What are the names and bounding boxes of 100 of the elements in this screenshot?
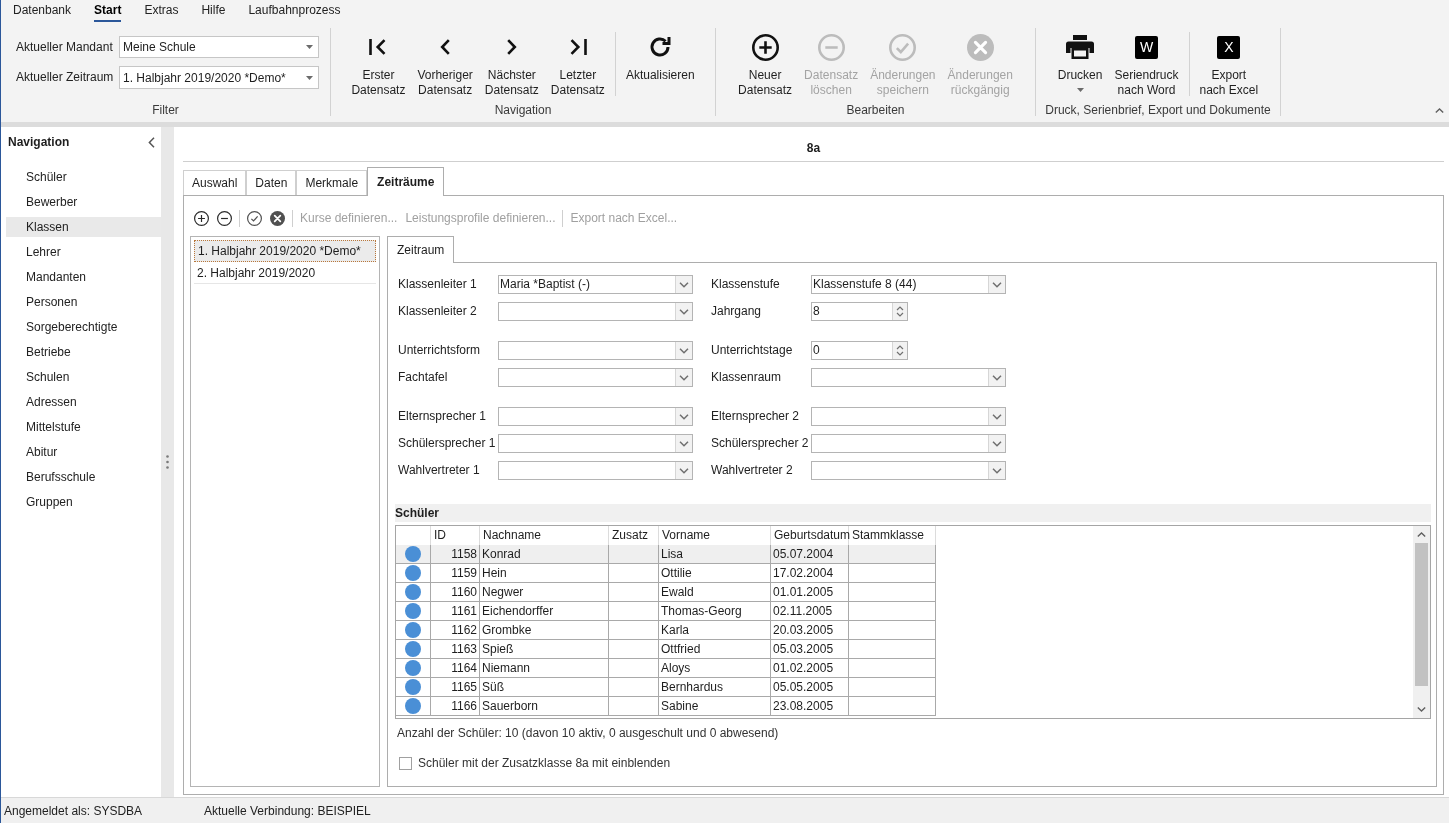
minus-circle-icon (817, 33, 845, 61)
table-cell: Aloys (659, 659, 771, 677)
scroll-down-icon[interactable] (1417, 707, 1426, 712)
tab[interactable]: Daten (246, 170, 297, 195)
plus-circle-icon[interactable] (194, 210, 209, 226)
table-cell: 1162 (431, 621, 480, 639)
ribbon-button[interactable]: Vorheriger Datensatz (411, 28, 479, 100)
ribbon-button[interactable]: Neuer Datensatz (732, 28, 799, 100)
status-dot-icon (405, 622, 421, 638)
table-cell: Karla (659, 621, 771, 639)
spin-arrows-icon[interactable] (896, 305, 904, 318)
table-cell: 02.11.2005 (771, 602, 849, 620)
menu-tab[interactable]: Hilfe (201, 0, 226, 22)
minus-circle-icon[interactable] (217, 210, 232, 226)
table-row[interactable]: 1164 Niemann Aloys 01.02.2005 (396, 659, 936, 678)
spin-box[interactable]: 8 (811, 302, 908, 321)
tab[interactable]: Auswahl (183, 170, 247, 195)
dropdown-button[interactable] (675, 303, 692, 320)
status-dot-icon (405, 584, 421, 600)
x-circle-icon (966, 33, 994, 61)
dropdown-button[interactable] (988, 435, 1005, 452)
table-cell: 1161 (431, 602, 480, 620)
field-label: Wahlvertreter 2 (711, 463, 794, 478)
collapse-icon[interactable] (1435, 108, 1444, 113)
ribbon-button[interactable]: X Export nach Excel (1193, 28, 1265, 100)
section-header: Schüler (395, 504, 1431, 522)
chevron-down-icon[interactable] (679, 467, 689, 474)
ribbon-button[interactable]: Aktualisieren (619, 28, 701, 85)
combo-box[interactable]: Maria *Baptist (-) (498, 275, 693, 294)
field-label: Unterrichtsform (398, 343, 481, 358)
ribbon-button[interactable]: Nächster Datensatz (478, 28, 545, 100)
chevron-down-icon[interactable] (992, 281, 1002, 288)
table-row[interactable]: 1159 Hein Ottilie 17.02.2004 (396, 564, 936, 583)
table-cell: Süß (480, 678, 609, 696)
group-label: Bearbeiten (846, 102, 905, 118)
tab[interactable]: Zeitraum (387, 236, 455, 263)
check-circle-icon[interactable] (247, 210, 262, 226)
chevron-down-icon[interactable] (679, 308, 689, 315)
ribbon-button[interactable]: Erster Datensatz (345, 28, 412, 100)
status-dot-icon (405, 641, 421, 657)
spin-arrows-icon[interactable] (896, 344, 904, 357)
dropdown-button[interactable] (675, 408, 692, 425)
table-row[interactable]: 1162 Grombke Karla 20.03.2005 (396, 621, 936, 640)
field-label: Elternsprecher 1 (398, 409, 488, 424)
field-label: Schülersprecher 1 (398, 436, 497, 451)
dropdown-button[interactable] (675, 276, 692, 293)
table-cell: 20.03.2005 (771, 621, 849, 639)
dropdown-button[interactable] (675, 462, 692, 479)
chevron-bar-right-icon (568, 38, 587, 56)
dropdown-button[interactable] (988, 276, 1005, 293)
list-item[interactable]: 1. Halbjahr 2019/2020 *Demo* (194, 240, 376, 262)
checkbox[interactable] (399, 757, 412, 770)
chevron-down-icon[interactable] (992, 374, 1002, 381)
chevron-down-icon[interactable] (679, 347, 689, 354)
dropdown[interactable]: Meine Schule (119, 36, 319, 58)
menu-tab[interactable]: Extras (144, 0, 179, 22)
table-cell: Niemann (480, 659, 609, 677)
dropdown-button[interactable] (988, 369, 1005, 386)
dropdown-button[interactable] (988, 408, 1005, 425)
chevron-down-icon[interactable] (679, 413, 689, 420)
sidebar-item[interactable]: Klassen (6, 217, 161, 237)
dropdown-button[interactable] (675, 342, 692, 359)
ribbon-button[interactable]: Letzter Datensatz (544, 28, 611, 100)
table-cell: Eichendorffer (480, 602, 609, 620)
chevron-down-icon[interactable] (992, 467, 1002, 474)
table-cell: Sauerborn (480, 697, 609, 715)
menu-tab[interactable]: Datenbank (13, 0, 72, 22)
table-row[interactable]: 1163 Spieß Ottfried 05.03.2005 (396, 640, 936, 659)
field-label: Aktueller Mandant (16, 39, 114, 55)
x-circle-icon[interactable] (270, 210, 285, 226)
table-row[interactable]: 1158 Konrad Lisa 05.07.2004 (396, 545, 936, 564)
dropdown-button[interactable] (988, 462, 1005, 479)
table-cell: Negwer (480, 583, 609, 601)
caret-icon (306, 45, 313, 49)
grip-icon[interactable] (166, 455, 169, 469)
table-row[interactable]: 1161 Eichendorffer Thomas-Georg 02.11.2005 (396, 602, 936, 621)
scrollbar-thumb[interactable] (1415, 543, 1428, 686)
menu-tab[interactable]: Laufbahnprozess (248, 0, 341, 22)
dropdown-button[interactable] (675, 435, 692, 452)
table-cell: Spieß (480, 640, 609, 658)
chevron-down-icon[interactable] (679, 374, 689, 381)
chevron-left-icon[interactable] (148, 136, 155, 148)
table-row[interactable]: 1166 Sauerborn Sabine 23.08.2005 (396, 697, 936, 716)
vertical-scrollbar[interactable] (1413, 526, 1430, 718)
spin-box[interactable]: 0 (811, 341, 908, 360)
ribbon-button[interactable]: Drucken (1051, 28, 1109, 94)
table-row[interactable]: 1165 Süß Bernhardus 05.05.2005 (396, 678, 936, 697)
table-row[interactable]: 1160 Negwer Ewald 01.01.2005 (396, 583, 936, 602)
chevron-down-icon[interactable] (679, 281, 689, 288)
scroll-up-icon[interactable] (1417, 532, 1426, 537)
chevron-right-icon (506, 39, 517, 55)
chevron-down-icon[interactable] (992, 440, 1002, 447)
chevron-down-icon[interactable] (992, 413, 1002, 420)
dropdown[interactable]: 1. Halbjahr 2019/2020 *Demo* (119, 66, 319, 89)
ribbon-button[interactable]: W Seriendruck nach Word (1108, 28, 1185, 100)
tab[interactable]: Merkmale (296, 170, 368, 195)
chevron-down-icon[interactable] (679, 440, 689, 447)
combo-box[interactable]: Klassenstufe 8 (44) (811, 275, 1006, 294)
dropdown-button[interactable] (675, 369, 692, 386)
tab[interactable]: Zeiträume (367, 167, 445, 196)
